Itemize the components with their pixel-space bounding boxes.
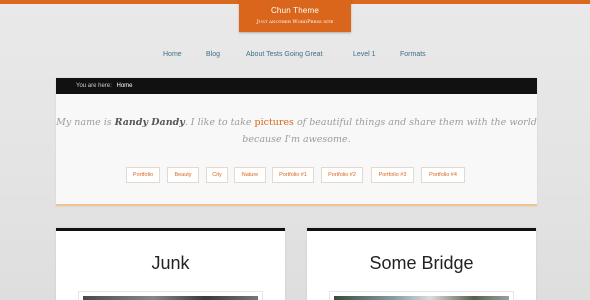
nav-item-home[interactable]: Home bbox=[163, 51, 182, 58]
site-logo[interactable]: Chun Theme Just another WordPress site bbox=[239, 0, 351, 32]
tag-portfolio-2[interactable]: Portfolio #2 bbox=[321, 167, 363, 183]
tag-city[interactable]: City bbox=[206, 167, 228, 183]
portfolio-card-junk[interactable]: Junk bbox=[56, 228, 285, 300]
nav-item-level-1[interactable]: Level 1 bbox=[353, 51, 376, 58]
tag-nature[interactable]: Nature bbox=[234, 167, 266, 183]
intro-part-2: . I like to take bbox=[184, 117, 255, 128]
main-navigation: Home Blog About Tests Going Great Level … bbox=[0, 51, 590, 63]
tag-beauty[interactable]: Beauty bbox=[167, 167, 199, 183]
breadcrumb-prefix: You are here: bbox=[76, 83, 112, 89]
category-tags: Portfolio Beauty City Nature Portfolio #… bbox=[56, 167, 537, 183]
site-tagline: Just another WordPress site bbox=[256, 19, 334, 25]
thumbnail-image bbox=[334, 296, 509, 300]
tag-portfolio-1[interactable]: Portfolio #1 bbox=[272, 167, 314, 183]
intro-highlight-link[interactable]: pictures bbox=[255, 117, 294, 128]
intro-part-1: My name is bbox=[56, 117, 115, 128]
nav-item-formats[interactable]: Formats bbox=[400, 51, 426, 58]
intro-name: Randy Dandy bbox=[114, 117, 185, 128]
site-title[interactable]: Chun Theme bbox=[239, 0, 351, 15]
card-title[interactable]: Some Bridge bbox=[307, 253, 536, 274]
card-title[interactable]: Junk bbox=[56, 253, 285, 274]
intro-panel: You are here: Home My name is Randy Dand… bbox=[56, 78, 537, 206]
card-thumbnail[interactable] bbox=[329, 291, 514, 300]
tag-portfolio-3[interactable]: Portfolio #3 bbox=[371, 167, 414, 183]
tag-portfolio[interactable]: Portfolio bbox=[126, 167, 160, 183]
breadcrumb-current[interactable]: Home bbox=[116, 83, 132, 89]
breadcrumb: You are here: Home bbox=[56, 78, 537, 94]
portfolio-card-some-bridge[interactable]: Some Bridge bbox=[307, 228, 536, 300]
tag-portfolio-4[interactable]: Portfolio #4 bbox=[421, 167, 465, 183]
card-thumbnail[interactable] bbox=[78, 291, 263, 300]
thumbnail-image bbox=[83, 296, 258, 300]
intro-text: My name is Randy Dandy. I like to take p… bbox=[56, 114, 537, 148]
nav-item-about[interactable]: About Tests Going Great bbox=[246, 51, 323, 58]
nav-item-blog[interactable]: Blog bbox=[206, 51, 220, 58]
